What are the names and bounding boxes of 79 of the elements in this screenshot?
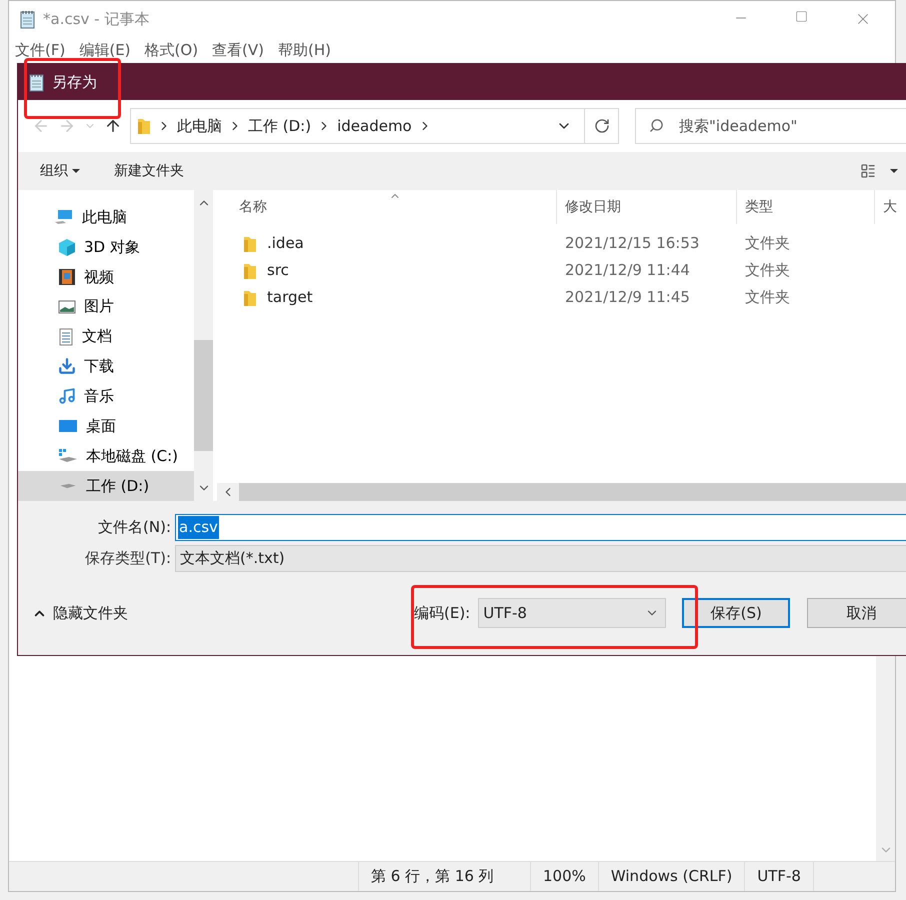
address-bar[interactable]: 此电脑 工作 (D:) ideademo	[130, 108, 619, 144]
sidebar-item[interactable]: 工作 (D:)	[18, 471, 194, 502]
cube-icon	[58, 238, 76, 256]
status-text: UTF-8	[745, 862, 814, 891]
drive-icon	[58, 483, 78, 490]
forward-icon[interactable]	[58, 117, 76, 135]
dialog-title: 另存为	[52, 72, 97, 93]
status-text: Windows (CRLF)	[598, 862, 746, 891]
type-label: 保存类型(T):	[84, 548, 172, 570]
filename-label: 文件名(N):	[97, 517, 172, 538]
folder-icon	[243, 262, 257, 280]
image-icon	[58, 298, 76, 315]
folder-icon	[137, 117, 151, 135]
file-name: src	[267, 260, 289, 282]
notepad-icon	[19, 9, 37, 29]
column-header[interactable]: 名称	[217, 190, 557, 224]
hide-folders-button[interactable]: 隐藏文件夹	[18, 602, 414, 624]
sidebar-item[interactable]: 桌面	[18, 411, 194, 442]
sidebar-item[interactable]: 3D 对象	[18, 232, 194, 262]
menu-item[interactable]: 格式(O)	[144, 38, 198, 62]
sidebar-item[interactable]: 音乐	[18, 381, 194, 412]
type-dropdown[interactable]: 文本文档(*.txt)	[175, 545, 906, 572]
file-date: 2021/12/9 11:44	[564, 260, 691, 282]
folder-icon	[243, 234, 257, 252]
document-icon	[58, 328, 74, 346]
sidebar-item[interactable]: 文档	[18, 322, 194, 352]
menu-item[interactable]: 文件(F)	[15, 38, 66, 62]
caret-icon[interactable]	[890, 169, 898, 173]
desktop-icon	[58, 418, 78, 434]
cancel-button[interactable]: 取消	[807, 598, 906, 628]
encoding-label: 编码(E):	[414, 602, 472, 624]
menu-item[interactable]: 帮助(H)	[278, 38, 331, 62]
column-header[interactable]: 类型	[737, 190, 875, 224]
back-icon[interactable]	[32, 117, 50, 135]
search-icon	[649, 118, 664, 133]
sidebar-item[interactable]: 下载	[18, 352, 194, 382]
breadcrumb[interactable]: 此电脑	[177, 114, 222, 138]
drive-icon	[58, 448, 78, 464]
refresh-icon[interactable]	[594, 118, 610, 134]
film-icon	[58, 268, 76, 286]
up-icon[interactable]	[104, 117, 122, 135]
column-header[interactable]: 修改日期	[557, 190, 737, 224]
save-button[interactable]: 保存(S)	[682, 598, 790, 628]
status-text: 100%	[531, 862, 599, 891]
download-icon	[58, 357, 76, 376]
notepad-icon	[28, 72, 46, 92]
view-icon[interactable]	[860, 163, 876, 179]
sidebar-item[interactable]: 视频	[18, 262, 194, 292]
sidebar-item[interactable]: 本地磁盘 (C:)	[18, 441, 194, 472]
menu-item[interactable]: 查看(V)	[212, 38, 264, 62]
organize-button[interactable]: 组织	[40, 160, 80, 182]
status-text: 第 6 行，第 16 列	[359, 862, 531, 891]
file-type: 文件夹	[744, 260, 791, 282]
file-type: 文件夹	[744, 233, 791, 254]
breadcrumb[interactable]: ideademo	[337, 114, 412, 138]
file-type: 文件夹	[744, 287, 791, 308]
search-field[interactable]: 搜索"ideademo"	[635, 108, 906, 144]
maximize-icon[interactable]	[795, 10, 808, 23]
file-date: 2021/12/9 11:45	[564, 287, 691, 308]
folder-icon	[243, 288, 257, 306]
encoding-dropdown[interactable]: UTF-8	[478, 598, 666, 628]
window-title: *a.csv - 记事本	[43, 8, 150, 30]
file-row[interactable]: src 2021/12/9 11:44 文件夹	[217, 257, 906, 284]
new-folder-button[interactable]: 新建文件夹	[114, 160, 184, 182]
file-name: .idea	[267, 233, 304, 254]
column-header[interactable]: 大	[875, 190, 897, 224]
file-row[interactable]: target 2021/12/9 11:45 文件夹	[217, 284, 906, 311]
sidebar-item[interactable]: 图片	[18, 292, 194, 322]
file-name: target	[267, 287, 313, 308]
scroll-thumb[interactable]	[194, 340, 213, 451]
computer-icon	[54, 208, 74, 225]
file-row[interactable]: .idea 2021/12/15 16:53 文件夹	[217, 230, 906, 257]
sidebar-item[interactable]: 此电脑	[18, 202, 194, 232]
breadcrumb[interactable]: 工作 (D:)	[248, 114, 312, 138]
caret-icon	[72, 169, 80, 173]
file-date: 2021/12/15 16:53	[564, 233, 700, 254]
filename-field[interactable]: a.csv	[175, 514, 906, 541]
music-note-icon	[58, 387, 76, 406]
menu-item[interactable]: 编辑(E)	[79, 38, 131, 62]
